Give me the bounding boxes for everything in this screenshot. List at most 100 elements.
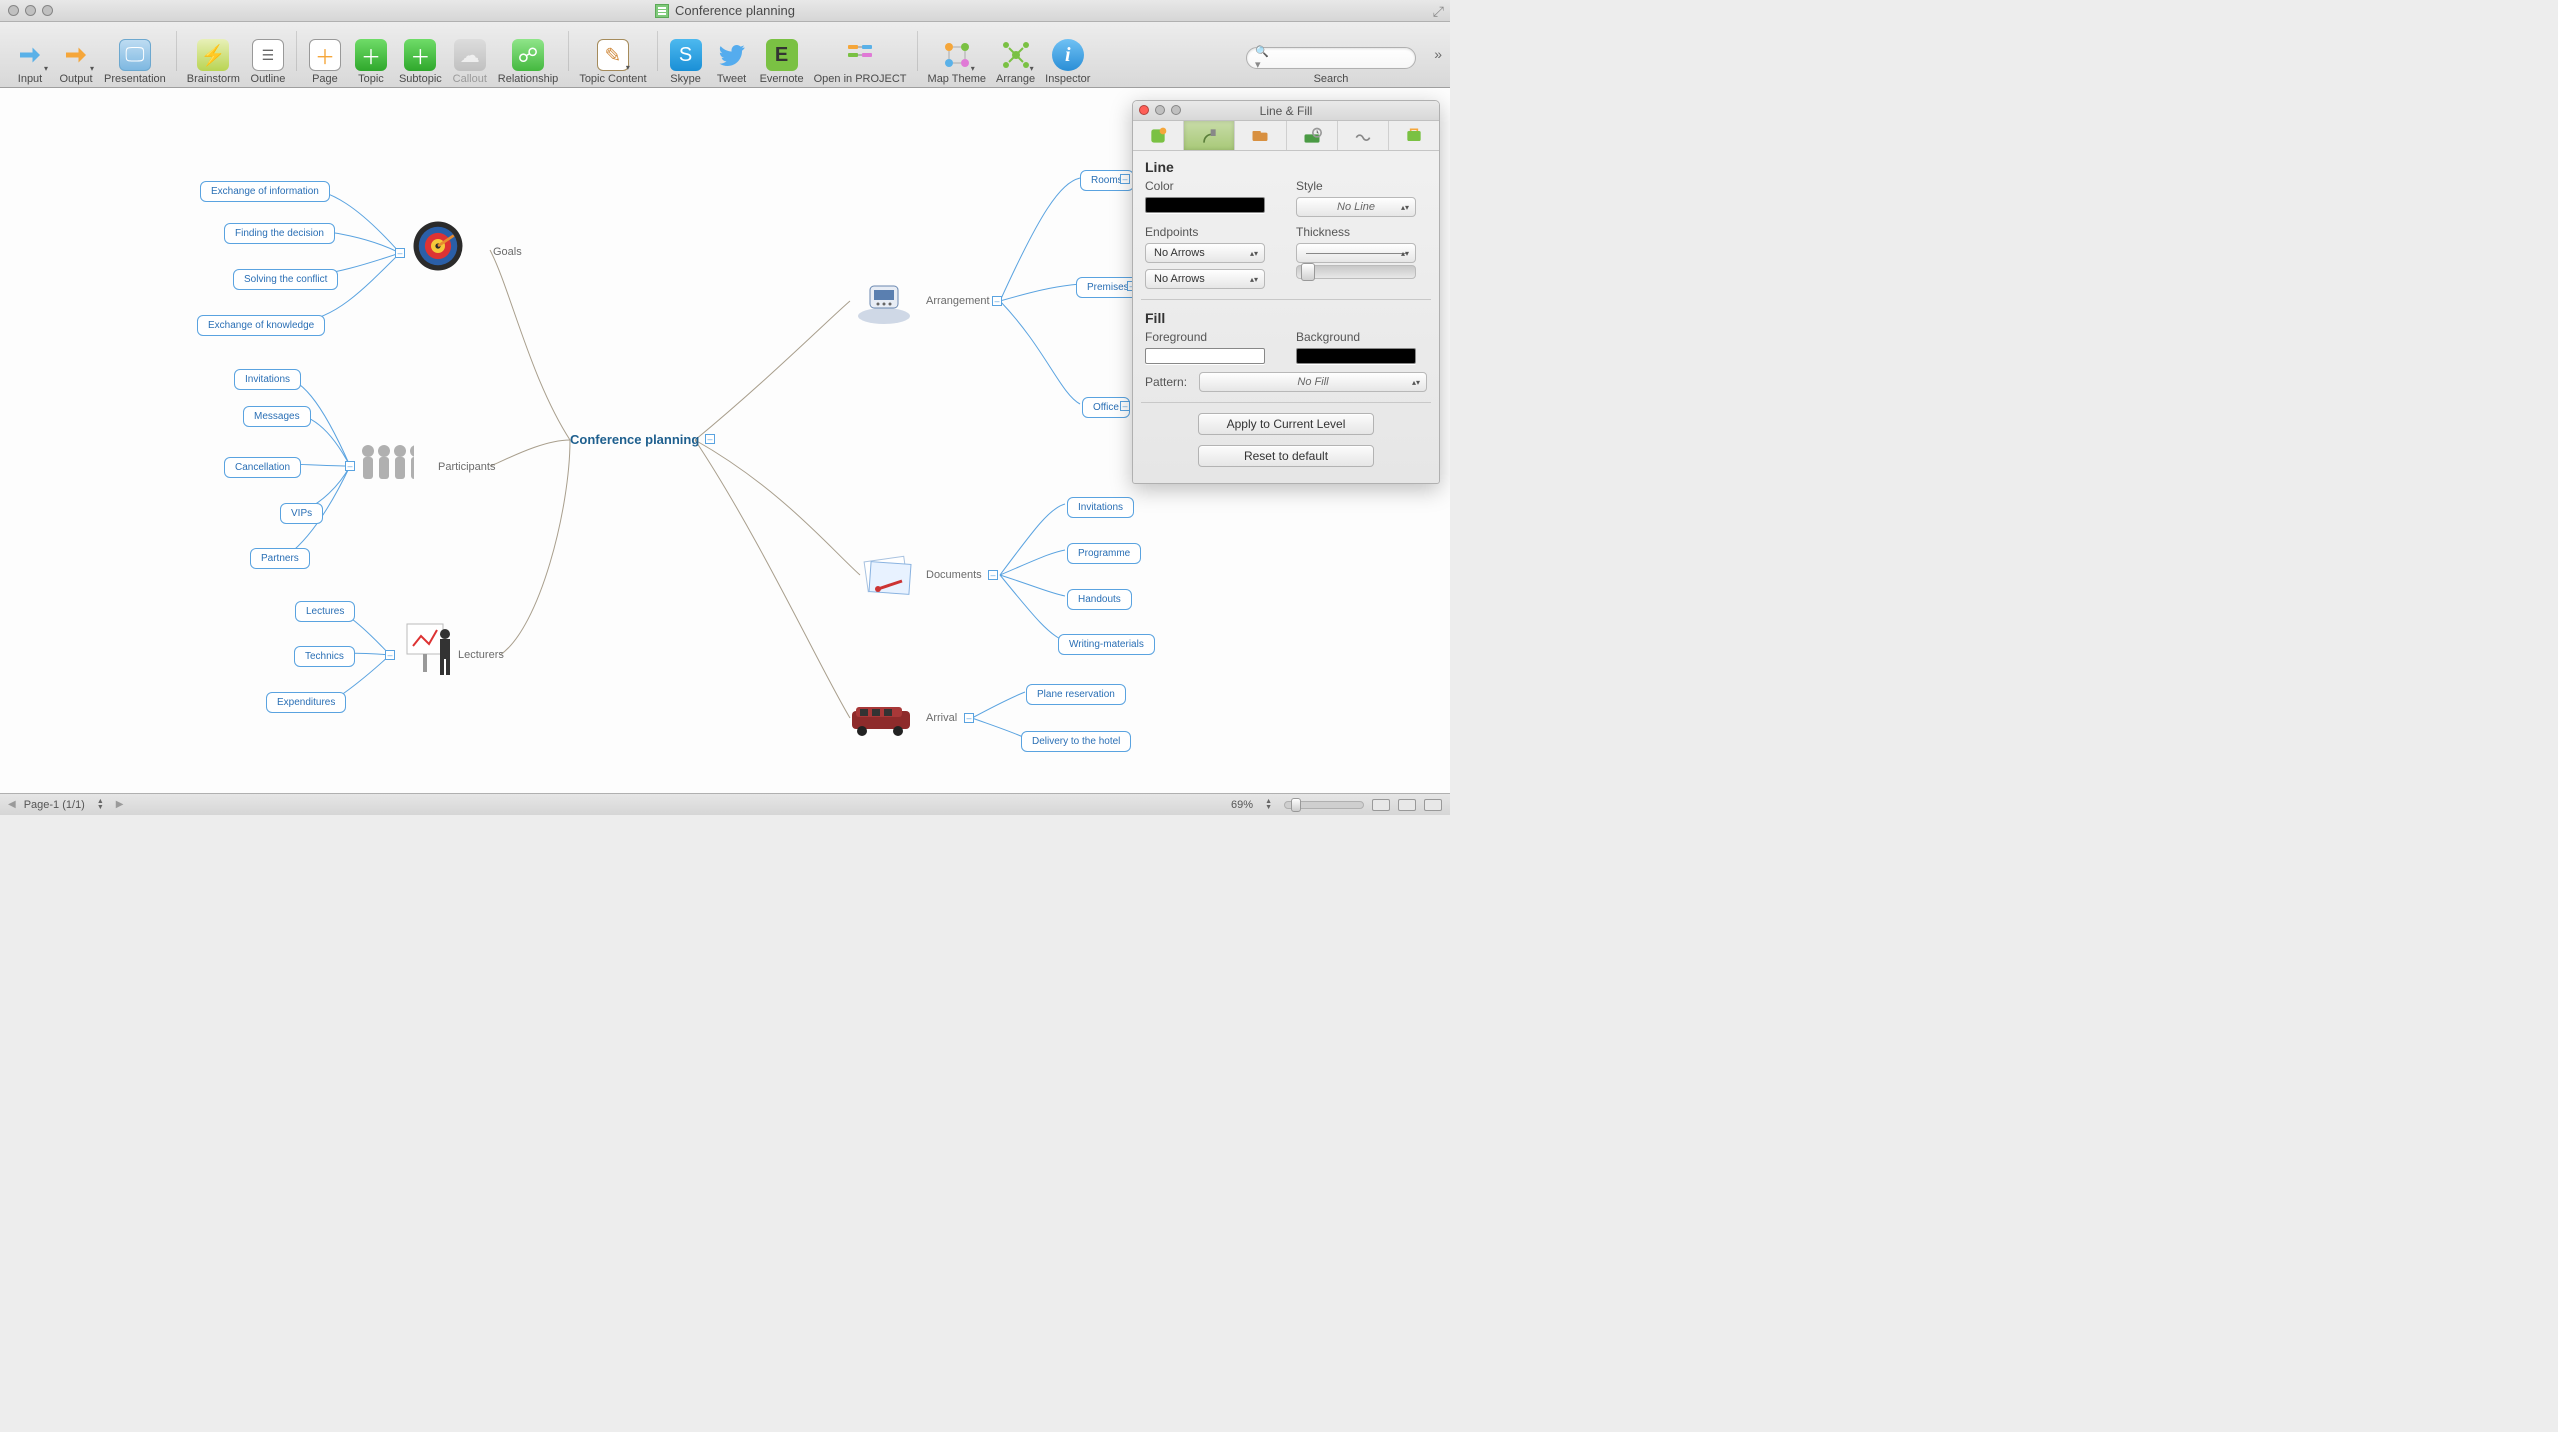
inspector-tab-1[interactable] — [1133, 121, 1184, 150]
inspector-tab-4[interactable] — [1287, 121, 1338, 150]
inspector-zoom-button[interactable] — [1171, 105, 1181, 115]
line-color-swatch[interactable] — [1145, 197, 1265, 213]
toolbar-separator — [176, 31, 177, 71]
line-style-dropdown[interactable]: No Line▴▾ — [1296, 197, 1416, 217]
inspector-section-fill: Fill — [1145, 310, 1427, 326]
expand-toggle[interactable] — [385, 650, 395, 660]
toolbar-page[interactable]: ＋ Page — [303, 39, 347, 85]
expand-toggle[interactable] — [705, 434, 715, 444]
thickness-dropdown[interactable]: ▴▾ — [1296, 243, 1416, 263]
zoom-stepper[interactable]: ▲▼ — [1265, 799, 1272, 811]
toolbar-outline[interactable]: ☰ Outline — [246, 39, 290, 85]
topic-lecturers[interactable]: Lecturers — [458, 649, 504, 661]
toolbar-tweet[interactable]: Tweet — [710, 39, 754, 85]
toolbar-overflow-icon[interactable]: » — [1434, 46, 1442, 62]
toolbar-label: Brainstorm — [187, 73, 240, 85]
view-mode-1[interactable] — [1372, 799, 1390, 811]
inspector-tab-6[interactable] — [1389, 121, 1439, 150]
leaf-node[interactable]: Invitations — [234, 369, 301, 390]
inspector-tab-5[interactable] — [1338, 121, 1389, 150]
toolbar-brainstorm[interactable]: ⚡ Brainstorm — [183, 39, 244, 85]
inspector-min-button[interactable] — [1155, 105, 1165, 115]
leaf-node[interactable]: Cancellation — [224, 457, 301, 478]
fill-background-swatch[interactable] — [1296, 348, 1416, 364]
view-mode-3[interactable] — [1424, 799, 1442, 811]
apply-to-level-button[interactable]: Apply to Current Level — [1198, 413, 1374, 435]
toolbar-output[interactable]: ▾ Output — [54, 39, 98, 85]
documents-icon — [858, 548, 914, 604]
leaf-node[interactable]: Invitations — [1067, 497, 1134, 518]
reset-to-default-button[interactable]: Reset to default — [1198, 445, 1374, 467]
pattern-dropdown[interactable]: No Fill▴▾ — [1199, 372, 1427, 392]
fill-foreground-swatch[interactable] — [1145, 348, 1265, 364]
toolbar-presentation[interactable]: 🖵 Presentation — [100, 39, 170, 85]
toolbar-skype[interactable]: S Skype — [664, 39, 708, 85]
topic-participants[interactable]: Participants — [438, 461, 495, 473]
inspector-title: Line & Fill — [1260, 104, 1313, 118]
endpoint-end-dropdown[interactable]: No Arrows▴▾ — [1145, 269, 1265, 289]
mindmap-canvas[interactable]: Conference planning Goals Exchange of in… — [0, 88, 1450, 793]
toolbar-subtopic[interactable]: ＋ Subtopic — [395, 39, 446, 85]
endpoint-start-dropdown[interactable]: No Arrows▴▾ — [1145, 243, 1265, 263]
toolbar-label: Presentation — [104, 73, 166, 85]
topic-documents[interactable]: Documents — [926, 569, 982, 581]
inspector-close-button[interactable] — [1139, 105, 1149, 115]
expand-toggle[interactable] — [988, 570, 998, 580]
toolbar-evernote[interactable]: E Evernote — [756, 39, 808, 85]
expand-toggle[interactable] — [1120, 174, 1130, 184]
leaf-node[interactable]: Exchange of information — [200, 181, 330, 202]
zoom-button[interactable] — [42, 5, 53, 16]
page-stepper[interactable]: ▲▼ — [97, 799, 104, 811]
minimize-button[interactable] — [25, 5, 36, 16]
page-next-button[interactable]: ▶ — [116, 799, 124, 810]
inspector-tab-line-fill[interactable] — [1184, 121, 1235, 150]
toolbar-open-in-project[interactable]: Open in PROJECT — [810, 39, 911, 85]
toolbar-arrange[interactable]: ▾ Arrange — [992, 39, 1039, 85]
map-theme-icon: ▾ — [941, 39, 973, 71]
inspector-tab-3[interactable] — [1235, 121, 1286, 150]
arrange-icon: ▾ — [1000, 39, 1032, 71]
central-topic[interactable]: Conference planning — [570, 432, 699, 447]
fullscreen-icon[interactable]: ⤢ — [1433, 4, 1444, 18]
toolbar-topic-content[interactable]: ✎▾ Topic Content — [575, 39, 650, 85]
leaf-node[interactable]: Messages — [243, 406, 311, 427]
expand-toggle[interactable] — [964, 713, 974, 723]
leaf-node[interactable]: Programme — [1067, 543, 1141, 564]
leaf-node[interactable]: Expenditures — [266, 692, 346, 713]
page-prev-button[interactable]: ◀ — [8, 799, 16, 810]
leaf-node[interactable]: Exchange of knowledge — [197, 315, 325, 336]
leaf-node[interactable]: Writing-materials — [1058, 634, 1155, 655]
leaf-node[interactable]: Plane reservation — [1026, 684, 1126, 705]
topic-arrangement[interactable]: Arrangement — [926, 295, 990, 307]
expand-toggle[interactable] — [345, 461, 355, 471]
inspector-titlebar[interactable]: Line & Fill — [1133, 101, 1439, 121]
expand-toggle[interactable] — [992, 296, 1002, 306]
label-pattern: Pattern: — [1145, 375, 1187, 389]
leaf-node[interactable]: VIPs — [280, 503, 323, 524]
toolbar-map-theme[interactable]: ▾ Map Theme — [924, 39, 991, 85]
zoom-slider[interactable] — [1284, 801, 1364, 809]
leaf-node[interactable]: Handouts — [1067, 589, 1132, 610]
toolbar-topic[interactable]: ＋ Topic — [349, 39, 393, 85]
leaf-node[interactable]: Lectures — [295, 601, 355, 622]
search-input[interactable] — [1273, 51, 1419, 65]
topic-arrival[interactable]: Arrival — [926, 712, 957, 724]
toolbar-inspector[interactable]: i Inspector — [1041, 39, 1094, 85]
topic-goals[interactable]: Goals — [493, 246, 522, 258]
leaf-node[interactable]: Solving the conflict — [233, 269, 338, 290]
expand-toggle[interactable] — [1120, 401, 1130, 411]
thickness-slider[interactable] — [1296, 265, 1416, 279]
toolbar-relationship[interactable]: ☍ Relationship — [494, 39, 563, 85]
search-label: Search — [1314, 73, 1349, 85]
page-indicator[interactable]: Page-1 (1/1) — [24, 799, 85, 811]
view-mode-2[interactable] — [1398, 799, 1416, 811]
toolbar-input[interactable]: ▾ Input — [8, 39, 52, 85]
leaf-node[interactable]: Technics — [294, 646, 355, 667]
search-field[interactable]: 🔍▾ — [1246, 47, 1416, 69]
leaf-node[interactable]: Partners — [250, 548, 310, 569]
expand-toggle[interactable] — [395, 248, 405, 258]
leaf-node[interactable]: Finding the decision — [224, 223, 335, 244]
inspector-tabs — [1133, 121, 1439, 151]
close-button[interactable] — [8, 5, 19, 16]
leaf-node[interactable]: Delivery to the hotel — [1021, 731, 1131, 752]
